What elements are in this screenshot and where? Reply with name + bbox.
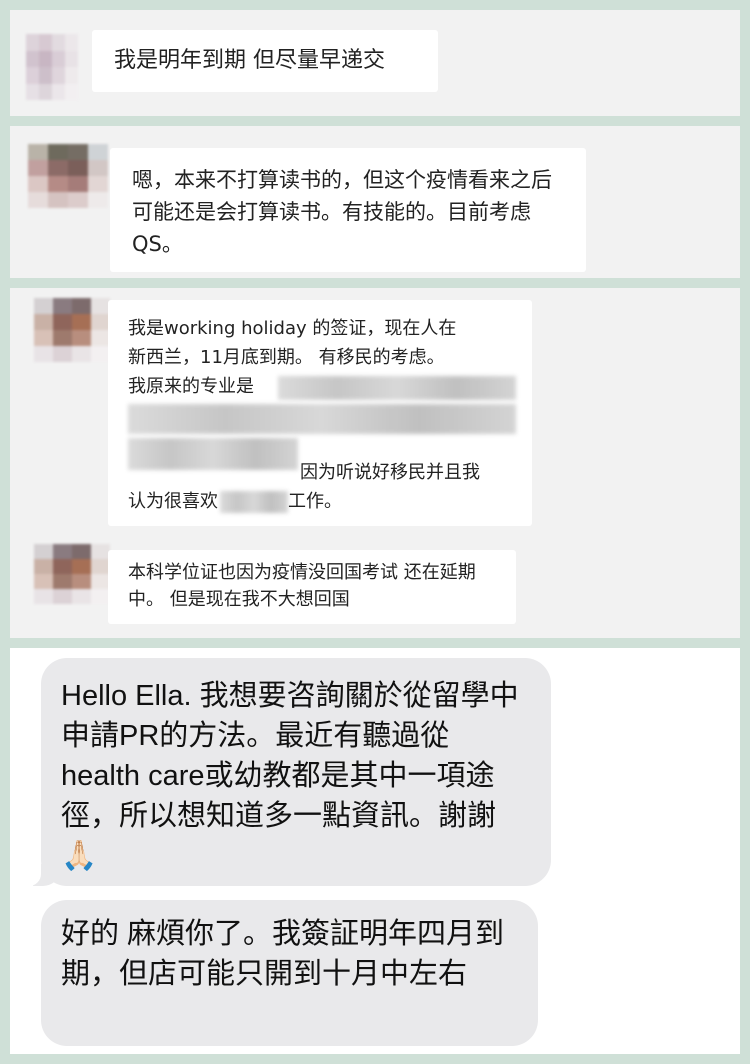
message-bubble: 我是working holiday 的签证，现在人在 新西兰，11月底到期。 有… (108, 300, 532, 526)
chat-panel-3: 我是working holiday 的签证，现在人在 新西兰，11月底到期。 有… (10, 288, 740, 638)
message-line: 认为很喜欢 (128, 491, 218, 512)
imessage-bubble: Hello Ella. 我想要咨詢關於從留學中申請PR的方法。最近有聽過從 he… (19, 658, 551, 886)
imessage-bubble: 好的 麻煩你了。我簽証明年四月到期，但店可能只開到十月中左右 (41, 900, 538, 1046)
message-text: 本科学位证也因为疫情没回国考试 还在延期中。 但是现在我不大想回国 (128, 562, 476, 610)
message-line: 因为听说好移民并且我 (300, 462, 480, 483)
redacted-text (278, 376, 516, 400)
message-text: Hello Ella. 我想要咨詢關於從留學中申請PR的方法。最近有聽過從 he… (61, 680, 519, 872)
message-line: 工作。 (288, 491, 342, 512)
avatar-blurred[interactable] (34, 298, 110, 362)
chat-panel-1: 我是明年到期 但尽量早递交 (10, 10, 740, 116)
redacted-text (128, 404, 516, 434)
message-text: 嗯，本来不打算读书的，但这个疫情看来之后可能还是会打算读书。有技能的。目前考虑Q… (132, 168, 552, 256)
message-text: 好的 麻煩你了。我簽証明年四月到期，但店可能只開到十月中左右 (61, 918, 505, 990)
redacted-text (220, 491, 288, 513)
avatar-blurred[interactable] (34, 544, 110, 604)
message-line: 我是working holiday 的签证，现在人在 (128, 318, 457, 339)
redacted-text (128, 438, 298, 470)
message-line: 我原来的专业是 (128, 376, 254, 397)
message-text: 我是明年到期 但尽量早递交 (114, 48, 385, 73)
chat-panel-2: 嗯，本来不打算读书的，但这个疫情看来之后可能还是会打算读书。有技能的。目前考虑Q… (10, 126, 740, 278)
imessage-panel: Hello Ella. 我想要咨詢關於從留學中申請PR的方法。最近有聽過從 he… (10, 648, 740, 1054)
avatar-blurred[interactable] (28, 144, 108, 208)
message-bubble: 嗯，本来不打算读书的，但这个疫情看来之后可能还是会打算读书。有技能的。目前考虑Q… (110, 148, 586, 272)
message-bubble: 本科学位证也因为疫情没回国考试 还在延期中。 但是现在我不大想回国 (108, 550, 516, 624)
message-line: 新西兰，11月底到期。 有移民的考虑。 (128, 347, 445, 368)
avatar-blurred[interactable] (26, 34, 78, 100)
message-bubble: 我是明年到期 但尽量早递交 (92, 30, 438, 92)
